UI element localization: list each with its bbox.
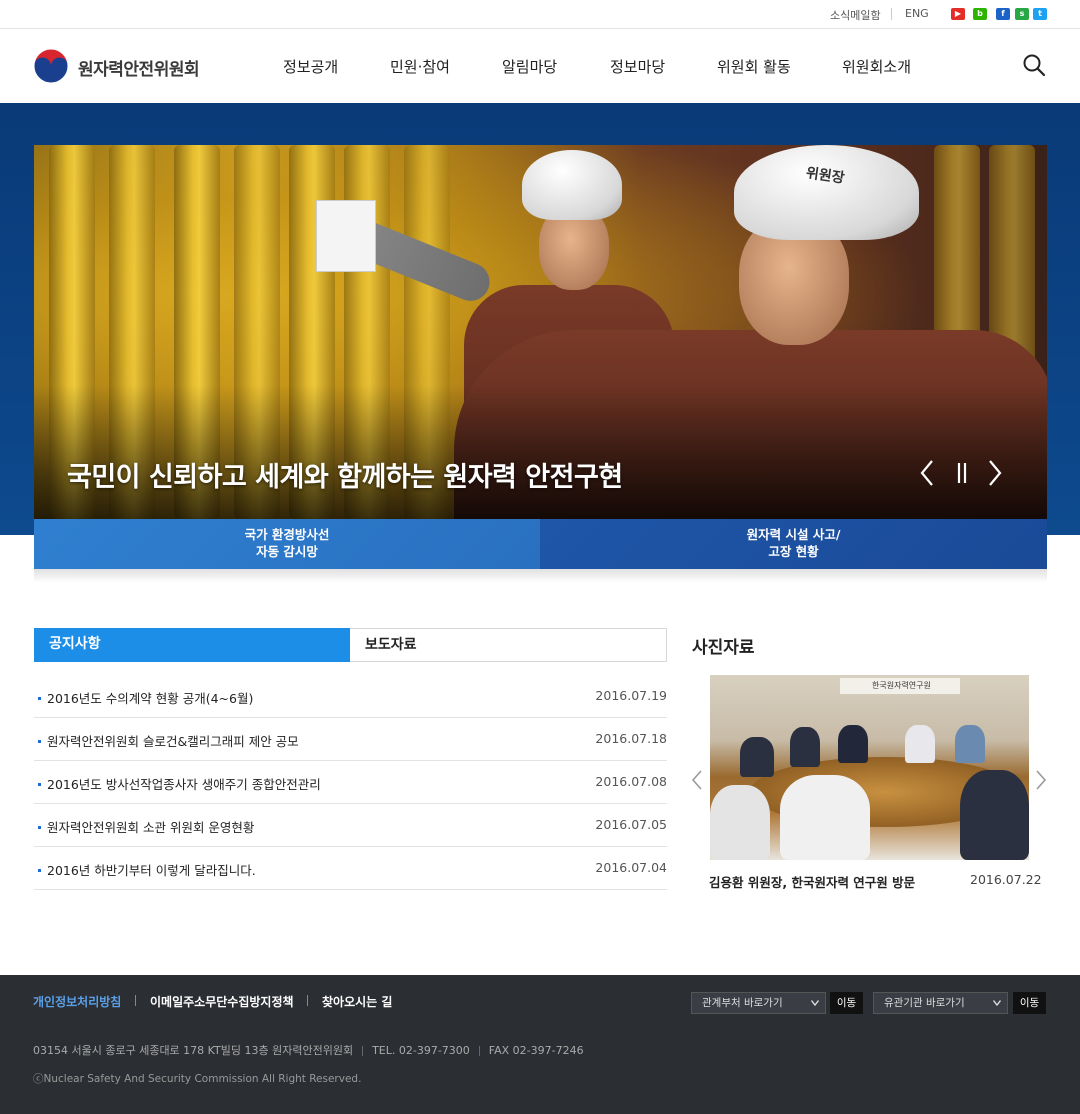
photo-thumbnail[interactable]: 한국원자력연구원 <box>710 675 1029 860</box>
notice-date: 2016.07.19 <box>595 688 667 703</box>
footer-address-line: 03154 서울시 종로구 세종대로 178 KT빌딩 13층 원자력안전위원회… <box>33 1042 584 1058</box>
quick-link-line: 국가 환경방사선 <box>244 527 330 542</box>
facebook-icon[interactable]: f <box>996 8 1010 20</box>
attendee-figure <box>790 727 820 767</box>
notice-title: 2016년도 수의계약 현황 공개(4~6월) <box>47 691 254 706</box>
notice-list-item[interactable]: 2016년 하반기부터 이렇게 달라집니다. 2016.07.04 <box>34 847 667 890</box>
attendee-figure <box>955 725 985 763</box>
attendee-figure <box>838 725 868 763</box>
kakaostory-icon[interactable]: s <box>1015 8 1029 20</box>
twitter-icon[interactable]: t <box>1033 8 1047 20</box>
hero-title: 국민이 신뢰하고 세계와 함께하는 원자력 안전구현 <box>67 462 623 493</box>
hero-slide-image: 위원장 국민이 신뢰하고 세계와 함께하는 원자력 안전구현 <box>34 145 1047 519</box>
photo-next-icon[interactable] <box>1034 768 1048 792</box>
youtube-icon[interactable]: ▶ <box>951 8 965 20</box>
commissioner-helmet <box>734 145 919 240</box>
photo-prev-icon[interactable] <box>690 768 704 792</box>
tel-text: TEL. 02-397-7300 <box>372 1044 470 1057</box>
attendee-figure <box>960 770 1029 860</box>
quick-link-line: 자동 감시망 <box>256 544 318 559</box>
hero-caption-shade <box>34 385 1047 519</box>
drum-label-sheet <box>316 200 376 272</box>
list-bullet <box>38 783 41 786</box>
notice-list-item[interactable]: 2016년도 수의계약 현황 공개(4~6월) 2016.07.19 <box>34 675 667 718</box>
related-agencies-select[interactable]: 유관기관 바로가기 <box>873 992 1008 1014</box>
go-button[interactable]: 이동 <box>1013 992 1046 1014</box>
search-icon[interactable] <box>1022 53 1046 77</box>
go-button[interactable]: 이동 <box>830 992 863 1014</box>
next-slide-icon[interactable] <box>982 457 1008 489</box>
attendee-figure <box>740 737 774 777</box>
quick-link-line: 고장 현황 <box>768 544 819 559</box>
nav-item-civil-participation[interactable]: 민원·참여 <box>390 56 450 77</box>
related-ministries-select[interactable]: 관계부처 바로가기 <box>691 992 826 1014</box>
footer-divider <box>135 995 136 1006</box>
pause-slide-icon[interactable] <box>949 457 975 489</box>
list-bullet <box>38 869 41 872</box>
copyright-text: ⓒNuclear Safety And Security Commission … <box>33 1073 362 1085</box>
attendee-figure <box>710 785 770 860</box>
photo-banner-text: 한국원자력연구원 <box>872 681 931 690</box>
utility-bar: 소식메일함 ENG ▶ b f s t <box>0 0 1080 29</box>
facility-incident-link[interactable]: 원자력 시설 사고/ 고장 현황 <box>540 519 1047 569</box>
quick-link-line: 원자력 시설 사고/ <box>746 527 841 542</box>
attendee-figure <box>780 775 870 860</box>
list-bullet <box>38 826 41 829</box>
attendee-figure <box>905 725 935 763</box>
notice-title: 2016년도 방사선작업종사자 생애주기 종합안전관리 <box>47 777 321 792</box>
tab-press-releases[interactable]: 보도자료 <box>350 628 667 662</box>
privacy-policy-link[interactable]: 개인정보처리방침 <box>33 993 121 1010</box>
notice-date: 2016.07.18 <box>595 731 667 746</box>
notice-date: 2016.07.08 <box>595 774 667 789</box>
directions-link[interactable]: 찾아오시는 길 <box>322 993 392 1010</box>
list-bullet <box>38 697 41 700</box>
worker-helmet <box>522 150 622 220</box>
newsletter-link[interactable]: 소식메일함 <box>830 7 881 23</box>
nav-item-committee-activities[interactable]: 위원회 활동 <box>717 56 791 77</box>
notice-title: 원자력안전위원회 슬로건&캘리그래피 제안 공모 <box>47 734 299 749</box>
eng-link[interactable]: ENG <box>905 7 929 20</box>
government-emblem-icon[interactable] <box>33 48 69 84</box>
tab-notices[interactable]: 공지사항 <box>34 628 350 662</box>
notice-date: 2016.07.05 <box>595 817 667 832</box>
site-footer: 개인정보처리방침 이메일주소무단수집방지정책 찾아오시는 길 관계부처 바로가기… <box>0 975 1080 1114</box>
email-policy-link[interactable]: 이메일주소무단수집방지정책 <box>150 993 294 1010</box>
nav-item-info-disclosure[interactable]: 정보공개 <box>283 56 338 77</box>
site-logo-text[interactable]: 원자력안전위원회 <box>78 55 200 80</box>
nav-item-committee-intro[interactable]: 위원회소개 <box>842 56 911 77</box>
nav-item-information[interactable]: 정보마당 <box>610 56 665 77</box>
blog-icon[interactable]: b <box>973 8 987 20</box>
notice-list-item[interactable]: 원자력안전위원회 소관 위원회 운영현황 2016.07.05 <box>34 804 667 847</box>
select-value: 유관기관 바로가기 <box>884 997 965 1009</box>
address-divider <box>362 1046 364 1056</box>
radiation-monitoring-link[interactable]: 국가 환경방사선 자동 감시망 <box>34 519 540 569</box>
address-text: 03154 서울시 종로구 세종대로 178 KT빌딩 13층 원자력안전위원회 <box>33 1044 354 1057</box>
quick-links-shadow <box>34 569 1047 583</box>
notice-title: 2016년 하반기부터 이렇게 달라집니다. <box>47 863 256 878</box>
footer-divider <box>307 995 308 1006</box>
photo-date: 2016.07.22 <box>970 872 1042 887</box>
notice-list-item[interactable]: 원자력안전위원회 슬로건&캘리그래피 제안 공모 2016.07.18 <box>34 718 667 761</box>
fax-text: FAX 02-397-7246 <box>488 1044 584 1057</box>
chevron-down-icon <box>993 1000 1001 1006</box>
notice-list-item[interactable]: 2016년도 방사선작업종사자 생애주기 종합안전관리 2016.07.08 <box>34 761 667 804</box>
prev-slide-icon[interactable] <box>914 457 940 489</box>
list-bullet <box>38 740 41 743</box>
utility-divider <box>891 8 892 20</box>
nav-item-notices[interactable]: 알림마당 <box>502 56 557 77</box>
site-header: 원자력안전위원회 정보공개 민원·참여 알림마당 정보마당 위원회 활동 위원회… <box>0 29 1080 103</box>
photo-caption[interactable]: 김용환 위원장, 한국원자력 연구원 방문 <box>709 872 915 891</box>
select-value: 관계부처 바로가기 <box>702 997 783 1009</box>
chevron-down-icon <box>811 1000 819 1006</box>
photo-section-heading: 사진자료 <box>692 638 755 658</box>
notice-title: 원자력안전위원회 소관 위원회 운영현황 <box>47 820 255 835</box>
address-divider <box>478 1046 480 1056</box>
notice-date: 2016.07.04 <box>595 860 667 875</box>
